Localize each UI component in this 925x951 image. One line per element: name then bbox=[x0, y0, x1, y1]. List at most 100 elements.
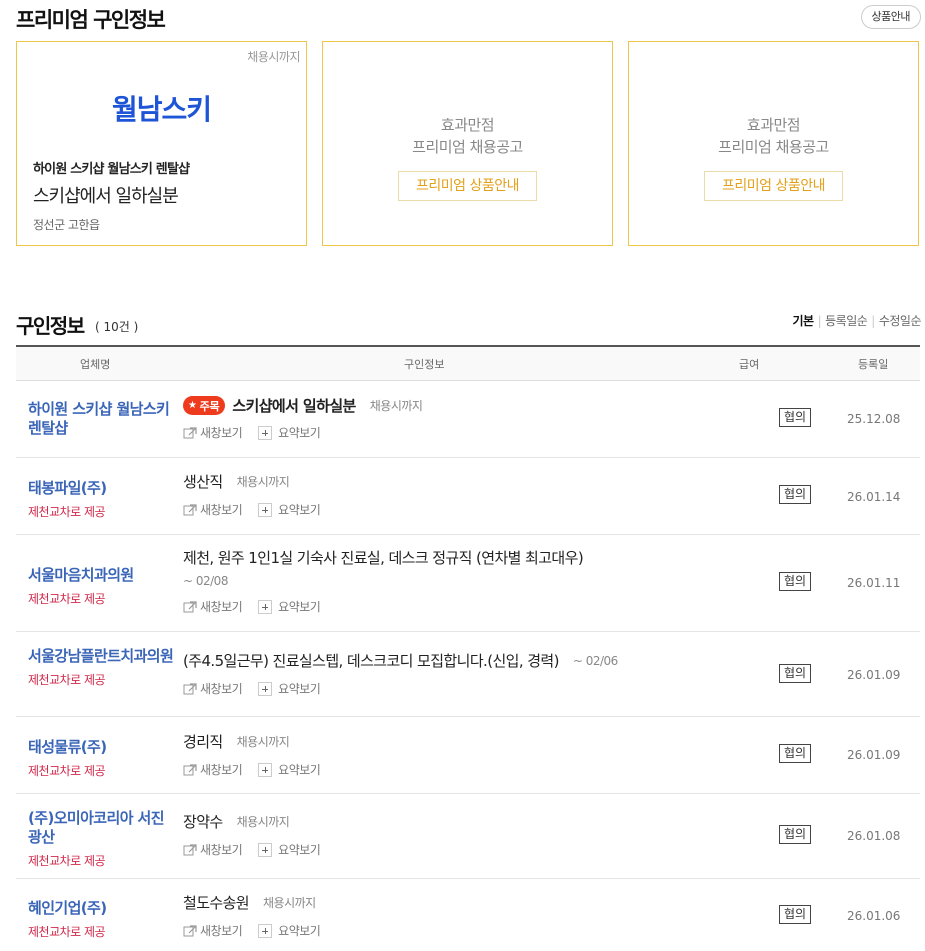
external-link-icon bbox=[183, 600, 197, 612]
open-new-window-link[interactable]: 새창보기 bbox=[183, 922, 243, 939]
open-new-window-link[interactable]: 새창보기 bbox=[183, 841, 243, 858]
job-title[interactable]: 생산직 bbox=[183, 471, 223, 492]
summary-view-link[interactable]: 요약보기 bbox=[258, 680, 321, 697]
card-location: 정선군 고한읍 bbox=[33, 218, 100, 232]
summary-label: 요약보기 bbox=[278, 682, 321, 696]
job-title[interactable]: 장약수 bbox=[183, 811, 223, 832]
open-new-window-link[interactable]: 새창보기 bbox=[183, 761, 243, 778]
premium-title: 프리미엄 구인정보 bbox=[16, 8, 166, 32]
company-cell: 태봉파일(주) 제천교차로 제공 bbox=[28, 479, 176, 520]
company-logo[interactable]: 월남스키 bbox=[17, 88, 306, 128]
summary-view-link[interactable]: 요약보기 bbox=[258, 501, 321, 518]
column-header-pay: 급여 bbox=[739, 358, 760, 371]
pay-badge: 협의 bbox=[779, 905, 812, 924]
column-header-info: 구인정보 bbox=[404, 358, 445, 371]
empty-slot-line1: 효과만점 bbox=[746, 116, 801, 134]
table-row: 태봉파일(주) 제천교차로 제공 생산직 채용시까지 새창보기 요약보기 협의 … bbox=[16, 458, 920, 535]
job-deadline: 채용시까지 bbox=[263, 896, 316, 910]
external-link-icon bbox=[183, 426, 197, 438]
job-info-cell: 제천, 원주 1인1실 기숙사 진료실, 데스크 정규직 (연차별 최고대우) … bbox=[183, 547, 753, 615]
transport-note: 제천교차로 제공 bbox=[28, 592, 106, 606]
open-new-window-link[interactable]: 새창보기 bbox=[183, 424, 243, 441]
premium-header: 프리미엄 구인정보 상품안내 bbox=[16, 4, 921, 34]
summary-label: 요약보기 bbox=[278, 426, 321, 440]
card-deadline: 채용시까지 bbox=[247, 50, 300, 64]
summary-label: 요약보기 bbox=[278, 843, 321, 857]
plus-icon bbox=[258, 681, 273, 696]
summary-view-link[interactable]: 요약보기 bbox=[258, 841, 321, 858]
external-link-icon bbox=[183, 763, 197, 775]
sort-by-modified[interactable]: 수정일순 bbox=[879, 314, 922, 328]
open-new-window-link[interactable]: 새창보기 bbox=[183, 680, 243, 697]
external-link-icon bbox=[183, 843, 197, 855]
job-title[interactable]: 스키샵에서 일하실분 bbox=[232, 395, 356, 416]
job-deadline: ~ 02/08 bbox=[183, 574, 228, 588]
new-window-label: 새창보기 bbox=[200, 503, 243, 517]
job-title[interactable]: 제천, 원주 1인1실 기숙사 진료실, 데스크 정규직 (연차별 최고대우) bbox=[183, 547, 584, 568]
company-name[interactable]: (주)오미아코리아 서진광산 bbox=[28, 809, 176, 847]
company-name[interactable]: 태성물류(주) bbox=[28, 738, 176, 757]
transport-note: 제천교차로 제공 bbox=[28, 673, 106, 687]
job-list-title: 구인정보 bbox=[16, 314, 85, 338]
sort-by-registered[interactable]: 등록일순 bbox=[825, 314, 868, 328]
transport-note: 제천교차로 제공 bbox=[28, 764, 106, 778]
open-new-window-link[interactable]: 새창보기 bbox=[183, 598, 243, 615]
plus-icon bbox=[258, 599, 273, 614]
empty-slot-line2: 프리미엄 채용공고 bbox=[412, 138, 523, 156]
premium-product-guide-button[interactable]: 프리미엄 상품안내 bbox=[398, 171, 537, 201]
registered-date: 26.01.11 bbox=[847, 576, 901, 590]
transport-note: 제천교차로 제공 bbox=[28, 925, 106, 939]
summary-view-link[interactable]: 요약보기 bbox=[258, 424, 321, 441]
job-title[interactable]: 철도수송원 bbox=[183, 892, 250, 913]
registered-date: 26.01.06 bbox=[847, 909, 901, 923]
pay-badge: 협의 bbox=[779, 572, 812, 591]
external-link-icon bbox=[183, 503, 197, 515]
empty-slot-text: 효과만점 프리미엄 채용공고 bbox=[629, 114, 918, 158]
premium-cards: 채용시까지 월남스키 하이원 스키샵 월남스키 렌탈샵 스키샵에서 일하실분 정… bbox=[16, 41, 920, 246]
sort-divider: | bbox=[871, 314, 875, 328]
company-name[interactable]: 하이원 스키샵 월남스키 렌탈샵 bbox=[28, 400, 176, 438]
job-info-cell: ★ 주목 스키샵에서 일하실분 채용시까지 새창보기 요약보기 bbox=[183, 395, 753, 441]
new-window-label: 새창보기 bbox=[200, 682, 243, 696]
plus-icon bbox=[258, 762, 273, 777]
sort-default[interactable]: 기본 bbox=[792, 314, 814, 328]
empty-slot-text: 효과만점 프리미엄 채용공고 bbox=[323, 114, 612, 158]
summary-view-link[interactable]: 요약보기 bbox=[258, 761, 321, 778]
company-cell: 혜인기업(주) 제천교차로 제공 bbox=[28, 899, 176, 940]
summary-label: 요약보기 bbox=[278, 924, 321, 938]
registered-date: 26.01.08 bbox=[847, 829, 901, 843]
premium-product-guide-button[interactable]: 프리미엄 상품안내 bbox=[704, 171, 843, 201]
card-company-name[interactable]: 하이원 스키샵 월남스키 렌탈샵 bbox=[33, 158, 190, 177]
job-info-cell: 장약수 채용시까지 새창보기 요약보기 bbox=[183, 811, 753, 858]
open-new-window-link[interactable]: 새창보기 bbox=[183, 501, 243, 518]
company-name[interactable]: 태봉파일(주) bbox=[28, 479, 176, 498]
job-info-cell: 철도수송원 채용시까지 새창보기 요약보기 bbox=[183, 892, 753, 939]
new-window-label: 새창보기 bbox=[200, 600, 243, 614]
job-table: 업체명 구인정보 급여 등록일 하이원 스키샵 월남스키 렌탈샵 ★ 주목 스키샵… bbox=[16, 345, 920, 949]
summary-label: 요약보기 bbox=[278, 763, 321, 777]
company-name[interactable]: 서울마음치과의원 bbox=[28, 566, 176, 585]
job-title[interactable]: (주4.5일근무) 진료실스텝, 데스크코디 모집합니다.(신입, 경력) bbox=[183, 650, 559, 671]
table-row: 서울강남플란트치과의원 제천교차로 제공 (주4.5일근무) 진료실스텝, 데스… bbox=[16, 632, 920, 717]
company-name[interactable]: 혜인기업(주) bbox=[28, 899, 176, 918]
summary-label: 요약보기 bbox=[278, 600, 321, 614]
job-info-cell: 생산직 채용시까지 새창보기 요약보기 bbox=[183, 471, 753, 518]
product-guide-button[interactable]: 상품안내 bbox=[860, 5, 921, 29]
plus-icon bbox=[258, 502, 273, 517]
job-deadline: 채용시까지 bbox=[236, 475, 290, 489]
job-title[interactable]: 경리직 bbox=[183, 731, 223, 752]
summary-view-link[interactable]: 요약보기 bbox=[258, 598, 321, 615]
job-deadline: 채용시까지 bbox=[236, 735, 290, 749]
company-cell: 하이원 스키샵 월남스키 렌탈샵 bbox=[28, 400, 176, 438]
sort-divider: | bbox=[817, 314, 822, 328]
company-name[interactable]: 서울강남플란트치과의원 bbox=[28, 647, 176, 666]
premium-card-featured[interactable]: 채용시까지 월남스키 하이원 스키샵 월남스키 렌탈샵 스키샵에서 일하실분 정… bbox=[16, 41, 307, 246]
pay-badge: 협의 bbox=[779, 485, 812, 504]
card-job-title[interactable]: 스키샵에서 일하실분 bbox=[33, 182, 179, 208]
plus-icon bbox=[258, 425, 273, 440]
summary-view-link[interactable]: 요약보기 bbox=[258, 922, 321, 939]
empty-slot-line1: 효과만점 bbox=[440, 116, 495, 134]
table-row: 태성물류(주) 제천교차로 제공 경리직 채용시까지 새창보기 요약보기 협의 … bbox=[16, 717, 920, 794]
pay-badge: 협의 bbox=[779, 825, 812, 844]
job-info-cell: (주4.5일근무) 진료실스텝, 데스크코디 모집합니다.(신입, 경력) ~ … bbox=[183, 650, 753, 697]
